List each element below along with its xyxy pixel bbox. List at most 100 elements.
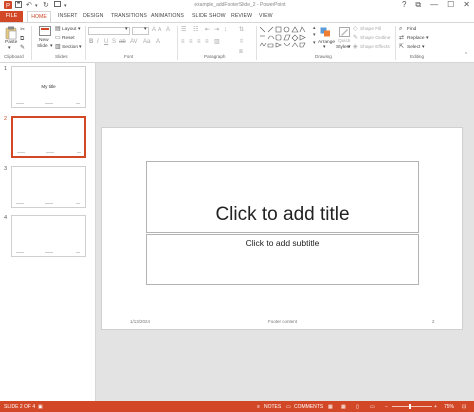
arrange-dropdown-icon[interactable]: ▾: [323, 45, 325, 50]
notes-icon[interactable]: ≡: [257, 404, 260, 410]
normal-view-icon[interactable]: ▦: [328, 404, 333, 410]
font-color-icon[interactable]: A: [156, 39, 160, 45]
decrease-indent-icon[interactable]: ⇤: [205, 27, 210, 33]
redo-icon[interactable]: ↻: [43, 1, 49, 9]
slideshow-view-icon[interactable]: ▭: [370, 404, 375, 410]
smartart-icon[interactable]: ⧈: [239, 49, 243, 55]
new-slide-label-2[interactable]: Slide: [37, 44, 48, 49]
footer-date[interactable]: 1/13/2024: [130, 319, 150, 324]
zoom-level[interactable]: 75%: [444, 404, 454, 410]
find-button[interactable]: Find: [407, 27, 416, 32]
format-painter-icon[interactable]: ✎: [20, 45, 25, 51]
layout-dropdown-icon[interactable]: ▾: [78, 27, 80, 32]
fit-slide-icon[interactable]: ⊡: [462, 404, 466, 410]
shape-effects-button[interactable]: Shape Effects: [360, 45, 390, 50]
paste-dropdown-icon[interactable]: ▾: [8, 46, 10, 51]
bullets-icon[interactable]: ☰: [181, 27, 186, 33]
new-slide-icon[interactable]: [39, 26, 51, 38]
change-case-icon[interactable]: Aa: [143, 39, 150, 45]
zoom-in-icon[interactable]: +: [434, 404, 437, 410]
quick-styles-icon[interactable]: [339, 27, 350, 39]
tab-home[interactable]: HOME: [27, 11, 51, 22]
collapse-ribbon-icon[interactable]: ⌃: [464, 53, 468, 58]
numbering-icon[interactable]: ☷: [193, 27, 198, 33]
font-size-dropdown-icon[interactable]: ▾: [144, 27, 146, 32]
slide-thumbnail-4[interactable]: [11, 215, 86, 257]
notes-button[interactable]: NOTES: [264, 404, 281, 410]
bold-icon[interactable]: B: [89, 39, 93, 45]
layout-button[interactable]: Layout: [62, 27, 76, 32]
copy-icon[interactable]: ⧉: [20, 36, 24, 42]
paste-button-label[interactable]: Paste: [5, 40, 17, 45]
new-slide-label[interactable]: New: [39, 38, 49, 43]
subtitle-placeholder[interactable]: Click to add subtitle: [146, 234, 419, 285]
font-name-box[interactable]: [88, 27, 130, 35]
minimize-icon[interactable]: —: [430, 0, 438, 10]
tab-animations[interactable]: ANIMATIONS: [151, 13, 184, 19]
shapes-scroll-down-icon[interactable]: ▾: [313, 33, 316, 38]
underline-icon[interactable]: U: [104, 39, 108, 45]
customize-toolbar-icon[interactable]: ▾: [64, 3, 67, 9]
spelling-icon[interactable]: ▣: [38, 404, 43, 410]
slideshow-start-icon[interactable]: [54, 1, 61, 10]
grow-font-icon[interactable]: A: [152, 27, 156, 33]
char-spacing-icon[interactable]: AV: [130, 39, 138, 45]
shape-fill-button[interactable]: Shape Fill: [360, 27, 381, 32]
slide-thumbnail-1[interactable]: My title: [11, 66, 86, 108]
tab-file[interactable]: FILE: [0, 11, 23, 22]
maximize-icon[interactable]: ☐: [447, 0, 454, 10]
slide-thumbnail-3[interactable]: [11, 166, 86, 208]
section-button[interactable]: Section: [62, 45, 78, 50]
tab-review[interactable]: REVIEW: [231, 13, 252, 19]
help-icon[interactable]: ?: [402, 0, 406, 10]
ribbon-display-icon[interactable]: ⧉: [415, 0, 421, 10]
arrange-button[interactable]: Arrange: [318, 40, 335, 45]
tab-design[interactable]: DESIGN: [83, 13, 104, 19]
font-size-box[interactable]: [132, 27, 149, 35]
columns-icon[interactable]: ▥: [214, 39, 220, 45]
align-left-icon[interactable]: ≡: [181, 39, 185, 45]
footer-slide-number[interactable]: 2: [432, 319, 435, 324]
reading-view-icon[interactable]: ▯: [356, 404, 359, 410]
shadow-icon[interactable]: S: [112, 39, 116, 45]
quick-styles-label[interactable]: Quick: [338, 39, 350, 44]
slide-thumbnail-2[interactable]: [11, 116, 86, 158]
tab-insert[interactable]: INSERT: [58, 13, 78, 19]
zoom-out-icon[interactable]: −: [385, 404, 388, 410]
align-right-icon[interactable]: ≡: [197, 39, 201, 45]
slide-sorter-icon[interactable]: ▦: [341, 404, 346, 410]
slide-canvas[interactable]: Click to add title Click to add subtitle…: [101, 127, 463, 330]
shrink-font-icon[interactable]: A: [158, 28, 161, 33]
align-text-icon[interactable]: ⇳: [239, 39, 244, 45]
zoom-slider-thumb[interactable]: [409, 404, 411, 409]
tab-transitions[interactable]: TRANSITIONS: [111, 13, 147, 19]
cut-icon[interactable]: ✂: [20, 27, 25, 33]
undo-dropdown-icon[interactable]: ▾: [35, 3, 38, 9]
increase-indent-icon[interactable]: ⇥: [214, 27, 219, 33]
arrange-icon[interactable]: [320, 27, 331, 39]
zoom-slider[interactable]: [392, 406, 432, 407]
shapes-gallery[interactable]: [259, 26, 311, 52]
tab-view[interactable]: VIEW: [259, 13, 273, 19]
select-dropdown-icon[interactable]: ▾: [422, 45, 424, 50]
shapes-more-icon[interactable]: ▾: [313, 41, 316, 46]
shape-outline-button[interactable]: Shape Outline: [360, 36, 390, 41]
comments-button[interactable]: COMMENTS: [294, 404, 323, 410]
text-direction-icon[interactable]: ⇅: [239, 27, 244, 33]
replace-button[interactable]: Replace: [407, 36, 425, 41]
reset-button[interactable]: Reset: [62, 36, 75, 41]
shapes-scroll-up-icon[interactable]: ▴: [313, 26, 316, 31]
italic-icon[interactable]: I: [97, 39, 99, 45]
undo-icon[interactable]: ↶: [26, 1, 32, 9]
tab-slide-show[interactable]: SLIDE SHOW: [192, 13, 226, 19]
align-center-icon[interactable]: ≡: [189, 39, 193, 45]
line-spacing-icon[interactable]: ↕: [224, 27, 227, 33]
select-button[interactable]: Select: [407, 45, 420, 50]
close-icon[interactable]: ✕: [463, 0, 470, 10]
title-placeholder[interactable]: Click to add title: [146, 161, 419, 233]
section-dropdown-icon[interactable]: ▾: [79, 45, 81, 50]
clear-formatting-icon[interactable]: A: [166, 27, 170, 33]
font-name-dropdown-icon[interactable]: ▾: [125, 27, 127, 32]
justify-icon[interactable]: ≡: [205, 39, 209, 45]
strikethrough-icon[interactable]: ab: [119, 39, 126, 45]
